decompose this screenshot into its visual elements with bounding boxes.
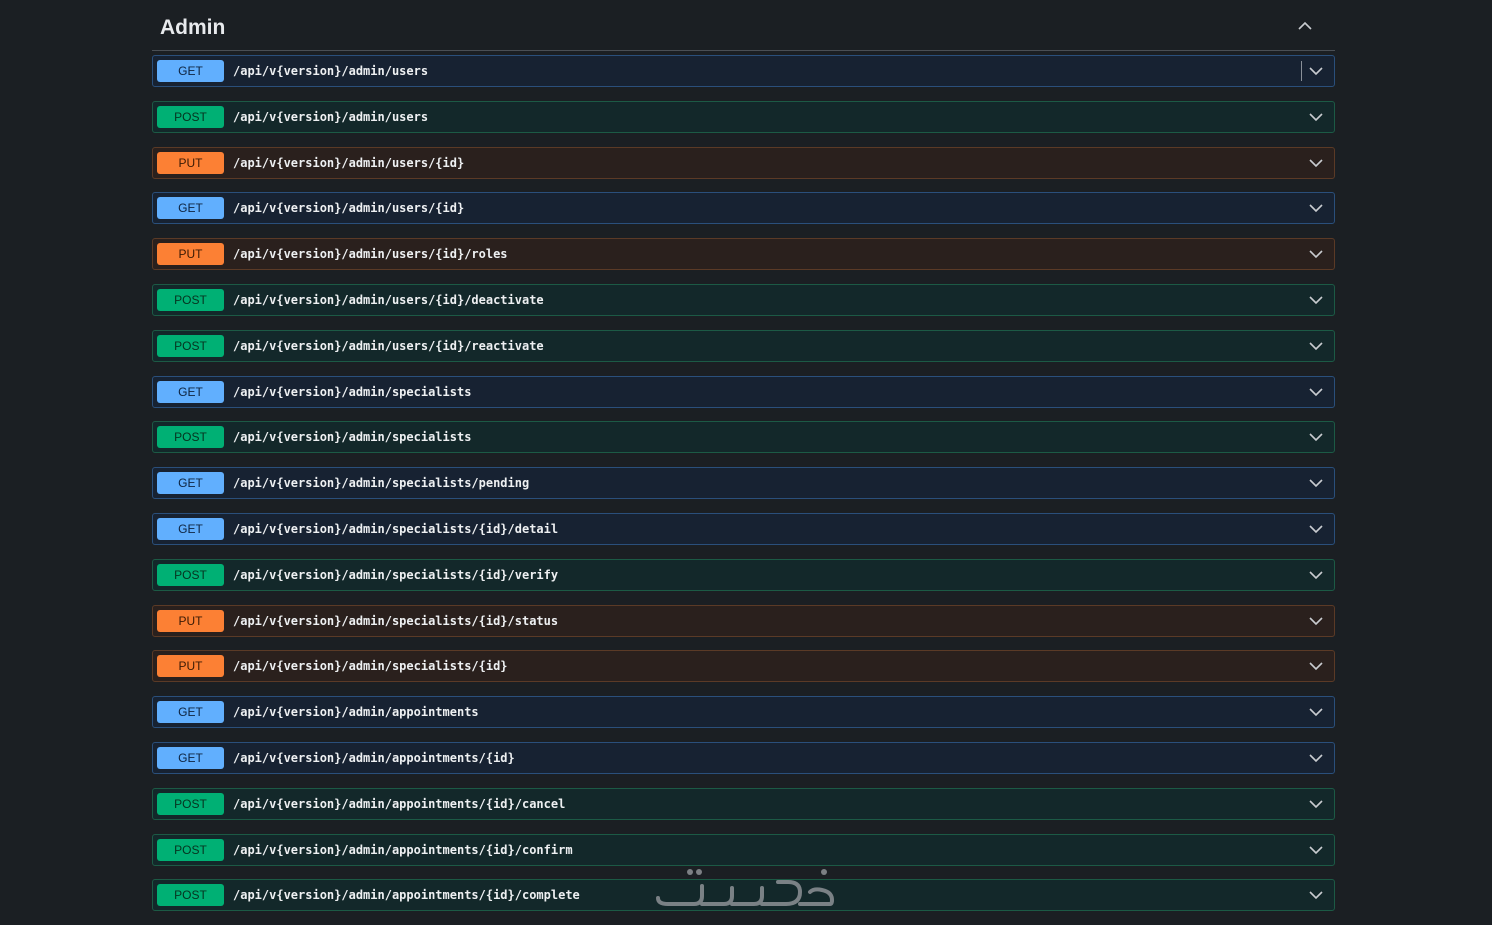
method-badge-put: PUT <box>157 655 224 678</box>
method-badge-get: GET <box>157 746 224 769</box>
operation-row-post[interactable]: POST/api/v{version}/admin/users <box>152 100 1335 133</box>
chevron-down-icon[interactable] <box>1308 386 1324 398</box>
chevron-up-icon[interactable] <box>1297 20 1313 32</box>
operation-row-get[interactable]: GET/api/v{version}/admin/users/{id} <box>152 192 1335 225</box>
chevron-down-icon[interactable] <box>1308 569 1324 581</box>
khamsat-logo <box>656 869 834 906</box>
chevron-down-icon[interactable] <box>1308 340 1324 352</box>
chevron-down-icon[interactable] <box>1308 752 1324 764</box>
operation-row-post[interactable]: POST/api/v{version}/admin/users/{id}/dea… <box>152 283 1335 316</box>
endpoint-path: /api/v{version}/admin/specialists <box>233 384 472 399</box>
chevron-down-icon[interactable] <box>1308 65 1324 77</box>
method-badge-get: GET <box>157 380 224 403</box>
method-badge-get: GET <box>157 60 224 82</box>
endpoint-path: /api/v{version}/admin/specialists <box>233 430 472 445</box>
operation-row-post[interactable]: POST/api/v{version}/admin/specialists <box>152 421 1335 454</box>
method-badge-get: GET <box>157 472 224 495</box>
chevron-down-icon[interactable] <box>1308 157 1324 169</box>
endpoint-path: /api/v{version}/admin/appointments/{id}/… <box>233 888 580 903</box>
operation-row-put[interactable]: PUT/api/v{version}/admin/specialists/{id… <box>152 604 1335 637</box>
operation-row-put[interactable]: PUT/api/v{version}/admin/users/{id}/role… <box>152 238 1335 271</box>
method-badge-post: POST <box>157 563 224 586</box>
operation-row-get[interactable]: GET/api/v{version}/admin/specialists <box>152 375 1335 408</box>
endpoint-path: /api/v{version}/admin/users/{id}/reactiv… <box>233 338 544 353</box>
method-badge-post: POST <box>157 792 224 815</box>
method-badge-put: PUT <box>157 243 224 266</box>
admin-section: Admin GET/api/v{version}/admin/users POST… <box>152 0 1335 912</box>
endpoint-path: /api/v{version}/admin/users/{id}/deactiv… <box>233 292 544 307</box>
endpoint-path: /api/v{version}/admin/users <box>233 109 429 124</box>
chevron-down-icon[interactable] <box>1308 660 1324 672</box>
endpoint-path: /api/v{version}/admin/users <box>233 64 429 78</box>
endpoint-path: /api/v{version}/admin/specialists/{id}/v… <box>233 567 559 582</box>
endpoint-path: /api/v{version}/admin/users/{id}/roles <box>233 247 508 262</box>
endpoint-path: /api/v{version}/admin/users/{id} <box>233 155 465 170</box>
chevron-down-icon[interactable] <box>1308 477 1324 489</box>
endpoint-path: /api/v{version}/admin/specialists/{id} <box>233 659 508 674</box>
chevron-down-icon[interactable] <box>1308 523 1324 535</box>
operation-row-get[interactable]: GET/api/v{version}/admin/specialists/{id… <box>152 512 1335 545</box>
operation-row-get[interactable]: GET/api/v{version}/admin/appointments <box>152 696 1335 729</box>
chevron-down-icon[interactable] <box>1308 294 1324 306</box>
chevron-down-icon[interactable] <box>1308 798 1324 810</box>
chevron-down-icon[interactable] <box>1308 615 1324 627</box>
operation-row-put[interactable]: PUT/api/v{version}/admin/users/{id} <box>152 146 1335 179</box>
method-badge-post: POST <box>157 884 224 907</box>
endpoint-path: /api/v{version}/admin/specialists/{id}/s… <box>233 613 559 628</box>
chevron-down-icon[interactable] <box>1308 889 1324 901</box>
endpoint-path: /api/v{version}/admin/appointments/{id}/… <box>233 842 573 857</box>
operation-row-get[interactable]: GET/api/v{version}/admin/users <box>152 55 1335 87</box>
method-badge-put: PUT <box>157 151 224 174</box>
endpoint-path: /api/v{version}/admin/appointments/{id}/… <box>233 796 566 811</box>
endpoint-path: /api/v{version}/admin/appointments/{id} <box>233 750 515 765</box>
method-badge-post: POST <box>157 838 224 861</box>
operation-row-put[interactable]: PUT/api/v{version}/admin/specialists/{id… <box>152 650 1335 683</box>
operation-row-get[interactable]: GET/api/v{version}/admin/appointments/{i… <box>152 741 1335 774</box>
endpoint-path: /api/v{version}/admin/users/{id} <box>233 201 465 216</box>
chevron-down-icon[interactable] <box>1308 844 1324 856</box>
endpoint-path: /api/v{version}/admin/appointments <box>233 705 479 720</box>
endpoint-path: /api/v{version}/admin/specialists/{id}/d… <box>233 521 559 536</box>
chevron-down-icon[interactable] <box>1308 431 1324 443</box>
chevron-down-icon[interactable] <box>1308 248 1324 260</box>
operation-row-post[interactable]: POST/api/v{version}/admin/appointments/{… <box>152 787 1335 820</box>
operation-row-get[interactable]: GET/api/v{version}/admin/specialists/pen… <box>152 467 1335 500</box>
method-badge-get: GET <box>157 701 224 724</box>
method-badge-post: POST <box>157 288 224 311</box>
operation-row-post[interactable]: POST/api/v{version}/admin/users/{id}/rea… <box>152 329 1335 362</box>
method-badge-get: GET <box>157 197 224 220</box>
endpoint-path: /api/v{version}/admin/specialists/pendin… <box>233 476 530 491</box>
method-badge-post: POST <box>157 334 224 357</box>
chevron-down-icon[interactable] <box>1308 706 1324 718</box>
section-header-admin[interactable]: Admin <box>152 0 1335 51</box>
operations-list: GET/api/v{version}/admin/users POST/api/v… <box>152 55 1335 925</box>
operation-row-post[interactable]: POST/api/v{version}/admin/specialists/{i… <box>152 558 1335 591</box>
chevron-down-icon[interactable] <box>1308 111 1324 123</box>
method-badge-put: PUT <box>157 609 224 632</box>
method-badge-post: POST <box>157 426 224 449</box>
section-title: Admin <box>160 16 226 39</box>
method-badge-get: GET <box>157 517 224 540</box>
divider <box>1301 61 1302 81</box>
method-badge-post: POST <box>157 105 224 128</box>
chevron-down-icon[interactable] <box>1308 202 1324 214</box>
